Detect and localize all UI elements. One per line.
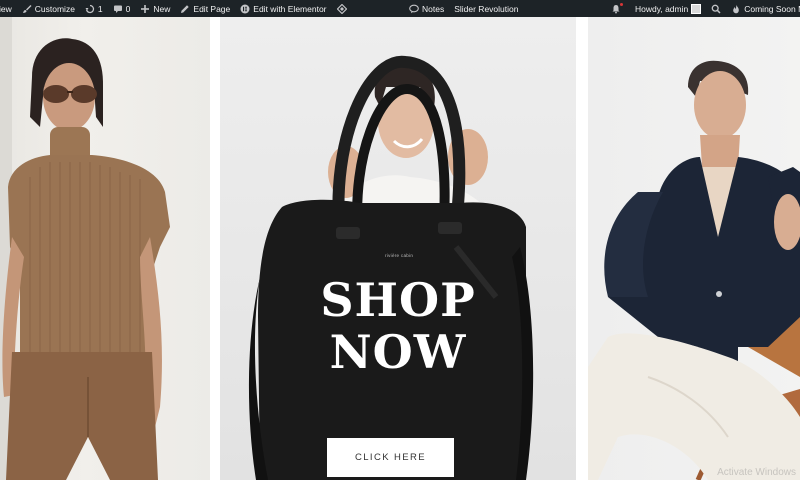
edit-with-elementor-link[interactable]: Edit with Elementor: [235, 0, 331, 17]
model-navy-cardigan-image: [588, 60, 800, 480]
click-here-button[interactable]: CLICK HERE: [327, 438, 454, 477]
new-label: New: [153, 3, 171, 14]
hero-image-center: rivière cabin SHOP NOW CLICK HERE: [220, 17, 576, 480]
hero-heading-line1: SHOP: [320, 273, 476, 327]
activate-windows-watermark: Activate Windows: [717, 467, 796, 478]
diamond-icon: [336, 3, 347, 14]
customize-label: Customize: [34, 3, 75, 14]
comments-count: 0: [125, 3, 131, 14]
view-link[interactable]: iew: [0, 0, 17, 17]
notes-link[interactable]: Notes: [404, 0, 449, 17]
updates-link[interactable]: 1: [80, 0, 108, 17]
chat-icon: [409, 4, 419, 14]
slider-revolution-label: Slider Revolution: [454, 3, 519, 14]
new-content-link[interactable]: New: [135, 0, 175, 17]
hero-image-left: [0, 17, 210, 480]
edit-with-elementor-label: Edit with Elementor: [253, 3, 327, 14]
bell-icon: [611, 4, 621, 14]
bag-brand-label: rivière cabin: [385, 253, 414, 258]
view-label: iew: [0, 3, 12, 14]
brush-icon: [22, 4, 32, 14]
comments-link[interactable]: 0: [108, 0, 136, 17]
wp-admin-bar: iew Customize 1 0 New Edit Page Edit wit…: [0, 0, 800, 17]
comment-icon: [113, 4, 123, 14]
admin-bar-center: Notes Slider Revolution: [404, 0, 523, 17]
hero-image-right: Activate Windows: [588, 17, 800, 480]
elementor-icon: [240, 4, 250, 14]
admin-bar-right: Howdy, admin Coming Soon Mode: [606, 0, 800, 17]
edit-page-label: Edit Page: [193, 3, 231, 14]
my-account-link[interactable]: Howdy, admin: [630, 0, 706, 17]
model-knit-vest-image: [0, 17, 170, 480]
updates-icon: [85, 4, 95, 14]
hero-heading: SHOP NOW: [220, 274, 576, 378]
updates-count: 1: [97, 3, 103, 14]
model-black-tote-image: [248, 55, 534, 480]
plus-icon: [140, 4, 150, 14]
coming-soon-mode-link[interactable]: Coming Soon Mode: [726, 0, 800, 17]
customize-link[interactable]: Customize: [17, 0, 80, 17]
slider-revolution-link[interactable]: Slider Revolution: [449, 0, 523, 17]
pencil-icon: [180, 4, 190, 14]
admin-bar-left: iew Customize 1 0 New Edit Page Edit wit…: [0, 0, 352, 17]
coming-soon-mode-label: Coming Soon Mode: [744, 3, 800, 14]
hero-heading-line2: NOW: [329, 325, 467, 379]
notifications-button[interactable]: [606, 0, 626, 17]
edit-page-link[interactable]: Edit Page: [175, 0, 235, 17]
howdy-label: Howdy, admin: [635, 3, 689, 14]
theme-options-link[interactable]: [332, 0, 352, 17]
notes-label: Notes: [422, 3, 445, 14]
fire-icon: [731, 4, 741, 14]
search-icon: [711, 4, 721, 14]
search-button[interactable]: [706, 0, 726, 17]
avatar: [691, 3, 702, 14]
